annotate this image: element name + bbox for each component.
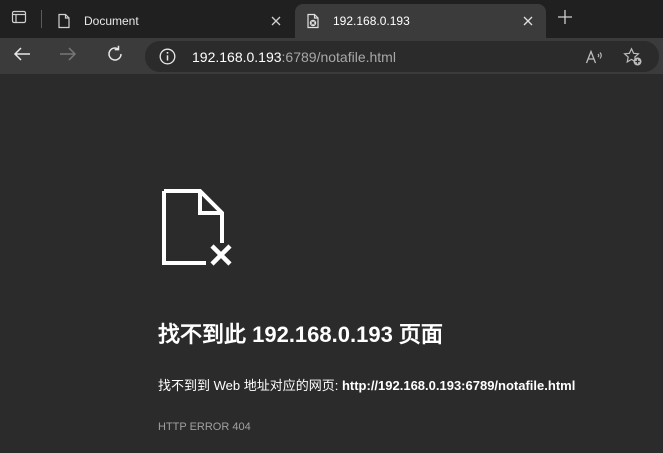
close-tab-button[interactable] [266,11,286,31]
info-icon[interactable] [159,48,176,65]
close-tab-button[interactable] [518,11,538,31]
tab-strip: Document 192.168.0.193 [0,0,663,38]
error-code: HTTP ERROR 404 [158,421,251,433]
error-description: 找不到到 Web 地址对应的网页: http://192.168.0.193:6… [158,375,575,394]
url-path: :6789/notafile.html [281,49,396,65]
error-url: http://192.168.0.193:6789/notafile.html [341,378,576,393]
back-button[interactable] [9,43,35,69]
tab-title: 192.168.0.193 [333,14,410,28]
error-title: 找不到此 192.168.0.193 页面 [158,322,443,347]
tab-title: Document [84,14,139,28]
tab-actions-button[interactable] [0,0,38,38]
tab-document[interactable]: Document [46,4,294,38]
url-host: 192.168.0.193 [192,49,282,65]
read-aloud-icon [585,49,602,64]
refresh-icon [106,45,124,68]
new-tab-button[interactable] [555,9,575,29]
plus-icon [557,9,573,30]
read-aloud-button[interactable] [584,46,606,68]
toolbar: 192.168.0.193:6789/notafile.html [0,38,663,74]
favorites-button[interactable] [622,46,644,68]
tab-separator [41,10,42,28]
document-icon [56,13,72,29]
arrow-left-icon [13,46,31,67]
file-not-found-icon [160,187,238,269]
broken-page-icon [305,13,321,29]
refresh-button[interactable] [102,43,128,69]
tab-actions-icon [11,9,27,30]
address-bar[interactable]: 192.168.0.193:6789/notafile.html [145,41,659,72]
url-text: 192.168.0.193:6789/notafile.html [192,49,396,65]
error-description-text: 找不到到 Web 地址对应的网页: [158,378,342,393]
tab-active[interactable]: 192.168.0.193 [295,4,546,38]
page-content: 找不到此 192.168.0.193 页面 找不到到 Web 地址对应的网页: … [0,74,663,453]
forward-button[interactable] [55,43,81,69]
arrow-right-icon [59,46,77,67]
star-add-icon [623,47,642,66]
